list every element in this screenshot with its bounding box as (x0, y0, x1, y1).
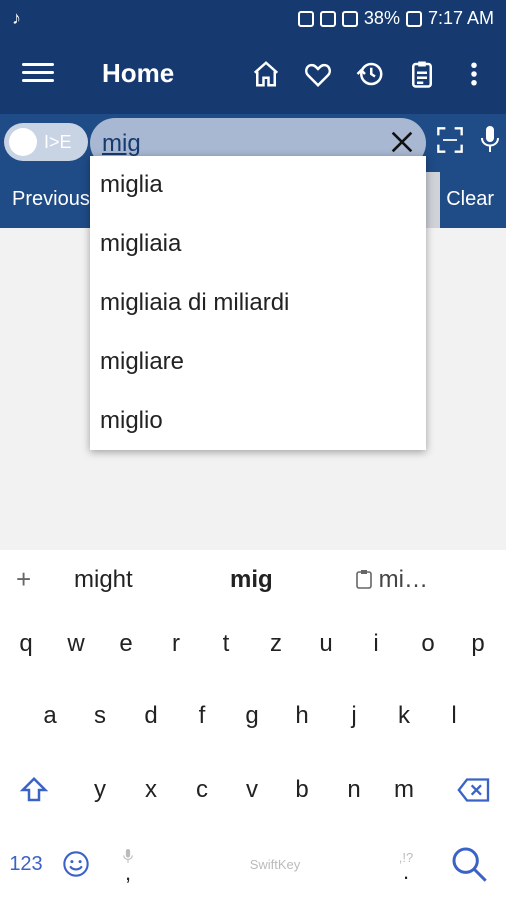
suggestion-item[interactable]: migliaia di miliardi (90, 274, 426, 333)
key-row-bottom: 123 , SwiftKey ,!? . (0, 840, 506, 896)
swiftkey-logo: SwiftKey (249, 856, 301, 872)
status-right: 38% 7:17 AM (297, 8, 494, 29)
mic-icon[interactable] (478, 124, 502, 158)
battery-icon (405, 10, 422, 27)
previous-button[interactable]: Previous (12, 188, 90, 211)
more-vert-icon[interactable] (456, 56, 492, 92)
key[interactable]: f (182, 692, 222, 740)
key[interactable]: r (156, 620, 196, 668)
key[interactable]: o (408, 620, 448, 668)
key[interactable]: p (458, 620, 498, 668)
keyboard-suggestion[interactable]: mig (230, 566, 273, 594)
keyboard-suggestion-bar: + might mig mi… (0, 550, 506, 608)
search-icon (452, 847, 487, 882)
clipboard-icon[interactable] (404, 56, 440, 92)
wifi-icon (319, 10, 336, 27)
search-key[interactable] (444, 840, 494, 888)
key[interactable]: b (282, 766, 322, 814)
key-row-2: a s d f g h j k l (0, 692, 506, 740)
key[interactable]: m (384, 766, 424, 814)
key[interactable]: s (80, 692, 120, 740)
key[interactable]: h (282, 692, 322, 740)
backspace-key[interactable] (452, 766, 496, 814)
key[interactable]: e (106, 620, 146, 668)
page-title: Home (102, 58, 175, 88)
key-row-1: q w e r t z u i o p (0, 620, 506, 668)
music-note-icon: ♪ (12, 8, 21, 28)
app-bar-actions (248, 56, 492, 92)
key[interactable]: q (6, 620, 46, 668)
suggestions-dropdown: miglia migliaia migliaia di miliardi mig… (90, 156, 426, 450)
key[interactable]: w (56, 620, 96, 668)
clipboard-suggestion-text: mi… (378, 566, 428, 593)
key[interactable]: j (334, 692, 374, 740)
suggestion-item[interactable]: miglia (90, 156, 426, 215)
comma-label: , (124, 860, 132, 885)
suggestion-item[interactable]: migliaia (90, 215, 426, 274)
keyboard: + might mig mi… q w e r t z u i o p a s … (0, 550, 506, 900)
key[interactable]: i (356, 620, 396, 668)
home-icon[interactable] (248, 56, 284, 92)
key[interactable]: z (256, 620, 296, 668)
period-key[interactable]: ,!? . (386, 840, 426, 888)
key[interactable]: v (232, 766, 272, 814)
heart-icon[interactable] (300, 56, 336, 92)
clipboard-icon (356, 570, 372, 589)
keyboard-suggestion[interactable]: might (74, 566, 133, 594)
key[interactable]: l (434, 692, 474, 740)
numbers-key[interactable]: 123 (4, 840, 48, 888)
toggle-knob (9, 128, 37, 156)
shift-icon (19, 776, 49, 802)
toggle-label: I>E (44, 132, 72, 152)
period-label: . (402, 858, 410, 884)
search-query[interactable]: mig (102, 130, 141, 158)
key[interactable]: n (334, 766, 374, 814)
emoji-key[interactable] (56, 840, 96, 888)
status-bar: ♪ 38% 7:17 AM (0, 0, 506, 36)
key[interactable]: k (384, 692, 424, 740)
space-key[interactable]: SwiftKey (160, 840, 390, 888)
history-icon[interactable] (352, 56, 388, 92)
nav-divider (426, 172, 440, 228)
key[interactable]: x (131, 766, 171, 814)
key[interactable]: d (131, 692, 171, 740)
key[interactable]: y (80, 766, 120, 814)
menu-icon[interactable] (22, 58, 54, 90)
app-bar: Home (0, 36, 506, 114)
key-row-3: y x c v b n m (0, 766, 506, 814)
backspace-icon (457, 778, 490, 802)
close-icon[interactable] (388, 128, 416, 156)
comma-key[interactable]: , (108, 840, 148, 888)
plus-button[interactable]: + (16, 564, 31, 595)
key[interactable]: c (182, 766, 222, 814)
battery-text: 38% (363, 8, 400, 28)
suggestion-item[interactable]: miglio (90, 391, 426, 450)
clear-button[interactable]: Clear (446, 188, 494, 211)
language-toggle[interactable]: I>E (4, 123, 88, 161)
key[interactable]: t (206, 620, 246, 668)
emoji-icon (63, 851, 89, 877)
clock: 7:17 AM (427, 8, 494, 28)
keyboard-suggestion[interactable]: mi… (356, 566, 428, 594)
shift-key[interactable] (14, 766, 54, 814)
signal-icon (341, 10, 358, 27)
key[interactable]: a (30, 692, 70, 740)
key[interactable]: g (232, 692, 272, 740)
ocr-icon[interactable] (436, 126, 464, 154)
suggestion-item[interactable]: migliare (90, 332, 426, 391)
key[interactable]: u (306, 620, 346, 668)
phone-icon (297, 10, 314, 27)
